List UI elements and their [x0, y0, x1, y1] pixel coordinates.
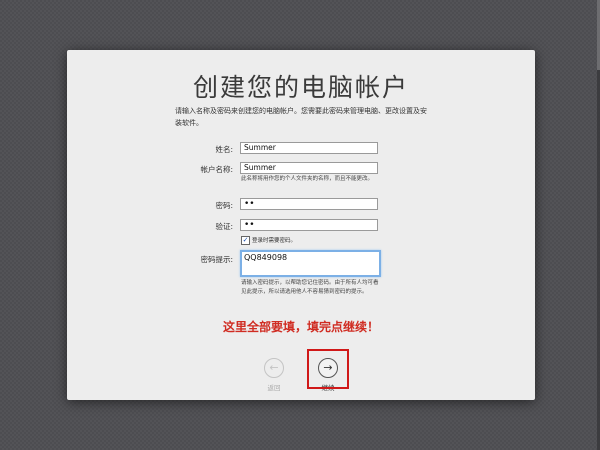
- account-name-note: 此名称将用作您的个人文件夹的名称，而且不能更改。: [241, 176, 374, 182]
- back-button[interactable]: ← 返回: [252, 358, 296, 392]
- account-name-label: 帐户名称:: [200, 165, 233, 174]
- password-field[interactable]: ••: [240, 198, 378, 210]
- red-annotation: 这里全部要填，填完点继续！: [222, 320, 379, 334]
- password-hint-label: 密码提示:: [200, 255, 233, 264]
- intro-text: 请输入名称及密码来创建您的电脑帐户。您需要此密码来管理电脑、更改设置及安装软件。: [175, 107, 427, 127]
- verify-field[interactable]: ••: [240, 219, 378, 231]
- checkmark-icon: ✓: [242, 236, 249, 244]
- password-hint-field[interactable]: QQ849098: [240, 250, 381, 277]
- verify-label: 验证:: [215, 222, 233, 231]
- account-name-field[interactable]: Summer: [240, 162, 378, 174]
- setup-panel: 创建您的电脑帐户 请输入名称及密码来创建您的电脑帐户。您需要此密码来管理电脑、更…: [67, 50, 535, 400]
- require-password-checkbox[interactable]: ✓: [241, 236, 250, 245]
- page-title: 创建您的电脑帐户: [192, 73, 409, 102]
- back-button-label: 返回: [267, 384, 281, 392]
- back-arrow-icon: ←: [264, 358, 284, 378]
- require-password-label: 登录时需要密码。: [252, 238, 297, 244]
- full-name-label: 姓名:: [215, 145, 233, 154]
- full-name-field[interactable]: Summer: [240, 142, 378, 154]
- password-hint-note: 请输入密码提示，以帮助您记住密码。由于所有人均可看见此提示，所以请选用他人不容易…: [241, 280, 379, 295]
- password-label: 密码:: [215, 201, 233, 210]
- continue-highlight-box: [307, 349, 349, 389]
